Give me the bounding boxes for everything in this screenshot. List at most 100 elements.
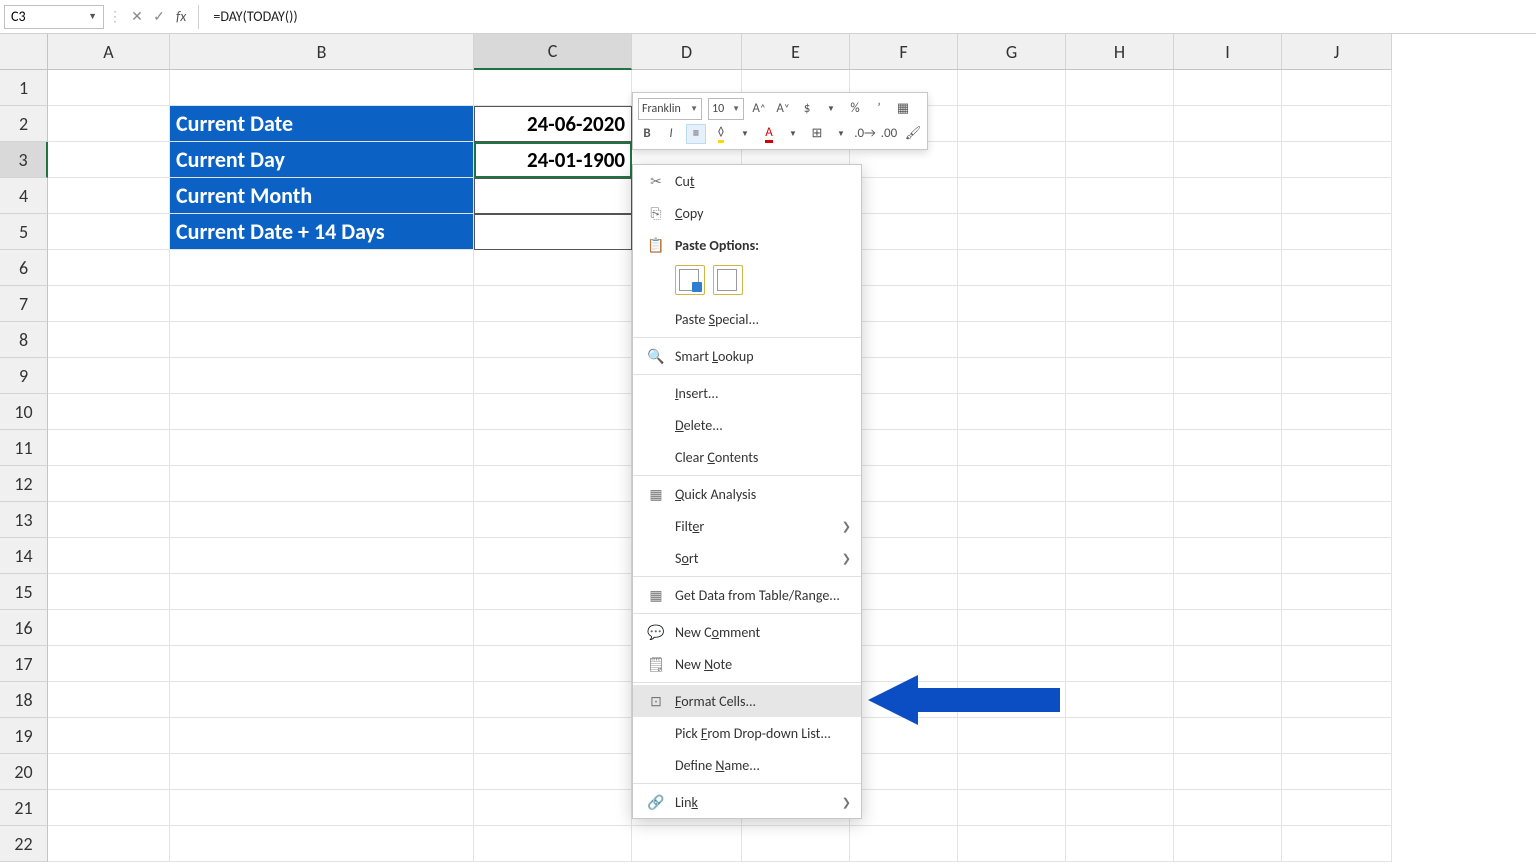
cell[interactable] bbox=[170, 502, 474, 538]
cell[interactable] bbox=[1174, 754, 1282, 790]
chevron-down-icon[interactable]: ▼ bbox=[88, 11, 97, 22]
cell[interactable] bbox=[850, 214, 958, 250]
cell[interactable] bbox=[958, 502, 1066, 538]
cell[interactable] bbox=[48, 646, 170, 682]
column-header[interactable]: A bbox=[48, 34, 170, 70]
cell[interactable] bbox=[170, 286, 474, 322]
row-header[interactable]: 22 bbox=[0, 826, 48, 862]
cell[interactable] bbox=[474, 610, 632, 646]
cell[interactable] bbox=[1174, 394, 1282, 430]
cell[interactable] bbox=[958, 790, 1066, 826]
cell[interactable] bbox=[1174, 178, 1282, 214]
name-box[interactable]: C3 ▼ bbox=[4, 5, 104, 29]
fill-color-button[interactable]: ◊ bbox=[712, 125, 730, 143]
cell[interactable]: 24-01-1900 bbox=[474, 142, 632, 178]
cell[interactable] bbox=[1066, 106, 1174, 142]
cell[interactable] bbox=[48, 502, 170, 538]
row-header[interactable]: 2 bbox=[0, 106, 48, 142]
cell[interactable] bbox=[958, 466, 1066, 502]
cell[interactable] bbox=[48, 430, 170, 466]
column-header[interactable]: C bbox=[474, 34, 632, 70]
cell[interactable] bbox=[958, 286, 1066, 322]
cell[interactable] bbox=[48, 250, 170, 286]
cell[interactable] bbox=[1066, 214, 1174, 250]
cell[interactable] bbox=[1282, 718, 1392, 754]
cell[interactable] bbox=[170, 70, 474, 106]
cell[interactable] bbox=[1174, 322, 1282, 358]
column-header[interactable]: B bbox=[170, 34, 474, 70]
row-header[interactable]: 15 bbox=[0, 574, 48, 610]
cell[interactable] bbox=[1174, 250, 1282, 286]
cell[interactable] bbox=[1282, 250, 1392, 286]
cell[interactable] bbox=[958, 322, 1066, 358]
cell[interactable] bbox=[474, 430, 632, 466]
cell[interactable]: Current Date + 14 Days bbox=[170, 214, 474, 250]
cell[interactable] bbox=[1174, 826, 1282, 862]
cell[interactable] bbox=[170, 322, 474, 358]
context-menu-item[interactable]: Filter❯ bbox=[633, 510, 861, 542]
cell[interactable] bbox=[170, 466, 474, 502]
cell[interactable] bbox=[1174, 214, 1282, 250]
cell[interactable] bbox=[850, 610, 958, 646]
increase-decimal-button[interactable]: .0→ bbox=[856, 125, 874, 143]
row-header[interactable]: 4 bbox=[0, 178, 48, 214]
cell[interactable] bbox=[850, 322, 958, 358]
row-header[interactable]: 5 bbox=[0, 214, 48, 250]
cell[interactable] bbox=[48, 394, 170, 430]
cell[interactable] bbox=[1174, 142, 1282, 178]
cell[interactable] bbox=[1174, 430, 1282, 466]
context-menu-item[interactable]: Sort❯ bbox=[633, 542, 861, 574]
cell[interactable] bbox=[48, 286, 170, 322]
context-menu-item[interactable]: ✂Cut bbox=[633, 165, 861, 197]
italic-button[interactable]: I bbox=[662, 125, 680, 143]
cell[interactable] bbox=[474, 682, 632, 718]
column-header[interactable]: I bbox=[1174, 34, 1282, 70]
cell[interactable] bbox=[170, 610, 474, 646]
increase-font-icon[interactable]: A˄ bbox=[750, 100, 768, 118]
cell[interactable] bbox=[1282, 646, 1392, 682]
cell[interactable] bbox=[1066, 718, 1174, 754]
cell[interactable] bbox=[1066, 142, 1174, 178]
row-header[interactable]: 7 bbox=[0, 286, 48, 322]
cell[interactable] bbox=[1282, 214, 1392, 250]
cell[interactable] bbox=[1282, 682, 1392, 718]
row-header[interactable]: 11 bbox=[0, 430, 48, 466]
cell[interactable] bbox=[48, 178, 170, 214]
cell[interactable] bbox=[170, 574, 474, 610]
cell[interactable] bbox=[1282, 106, 1392, 142]
context-menu-item[interactable]: Define Name... bbox=[633, 749, 861, 781]
decrease-decimal-button[interactable]: .00 bbox=[880, 125, 898, 143]
cell[interactable] bbox=[48, 790, 170, 826]
chevron-down-icon[interactable]: ▼ bbox=[784, 125, 802, 143]
cell[interactable] bbox=[474, 358, 632, 394]
cell[interactable] bbox=[1282, 502, 1392, 538]
cell[interactable] bbox=[48, 538, 170, 574]
cell[interactable] bbox=[958, 142, 1066, 178]
cell[interactable] bbox=[48, 718, 170, 754]
percent-icon[interactable]: % bbox=[846, 100, 864, 118]
cell[interactable] bbox=[850, 754, 958, 790]
cell[interactable] bbox=[170, 250, 474, 286]
cell[interactable] bbox=[48, 214, 170, 250]
cell[interactable] bbox=[1282, 286, 1392, 322]
row-header[interactable]: 14 bbox=[0, 538, 48, 574]
cell[interactable] bbox=[632, 826, 742, 862]
context-menu-item[interactable]: ▦Quick Analysis bbox=[633, 478, 861, 510]
cell[interactable] bbox=[1066, 538, 1174, 574]
font-size-select[interactable]: 10▼ bbox=[708, 98, 744, 120]
column-header[interactable]: D bbox=[632, 34, 742, 70]
cell[interactable] bbox=[474, 250, 632, 286]
cell[interactable] bbox=[1282, 466, 1392, 502]
cell[interactable] bbox=[1174, 358, 1282, 394]
row-header[interactable]: 16 bbox=[0, 610, 48, 646]
cell[interactable] bbox=[474, 646, 632, 682]
cell[interactable] bbox=[1282, 394, 1392, 430]
cell[interactable] bbox=[1066, 394, 1174, 430]
row-header[interactable]: 1 bbox=[0, 70, 48, 106]
row-header[interactable]: 19 bbox=[0, 718, 48, 754]
cell[interactable] bbox=[1066, 754, 1174, 790]
cell[interactable] bbox=[958, 70, 1066, 106]
align-button[interactable]: ≡ bbox=[686, 124, 706, 144]
decrease-font-icon[interactable]: A˅ bbox=[774, 100, 792, 118]
cell[interactable] bbox=[474, 322, 632, 358]
